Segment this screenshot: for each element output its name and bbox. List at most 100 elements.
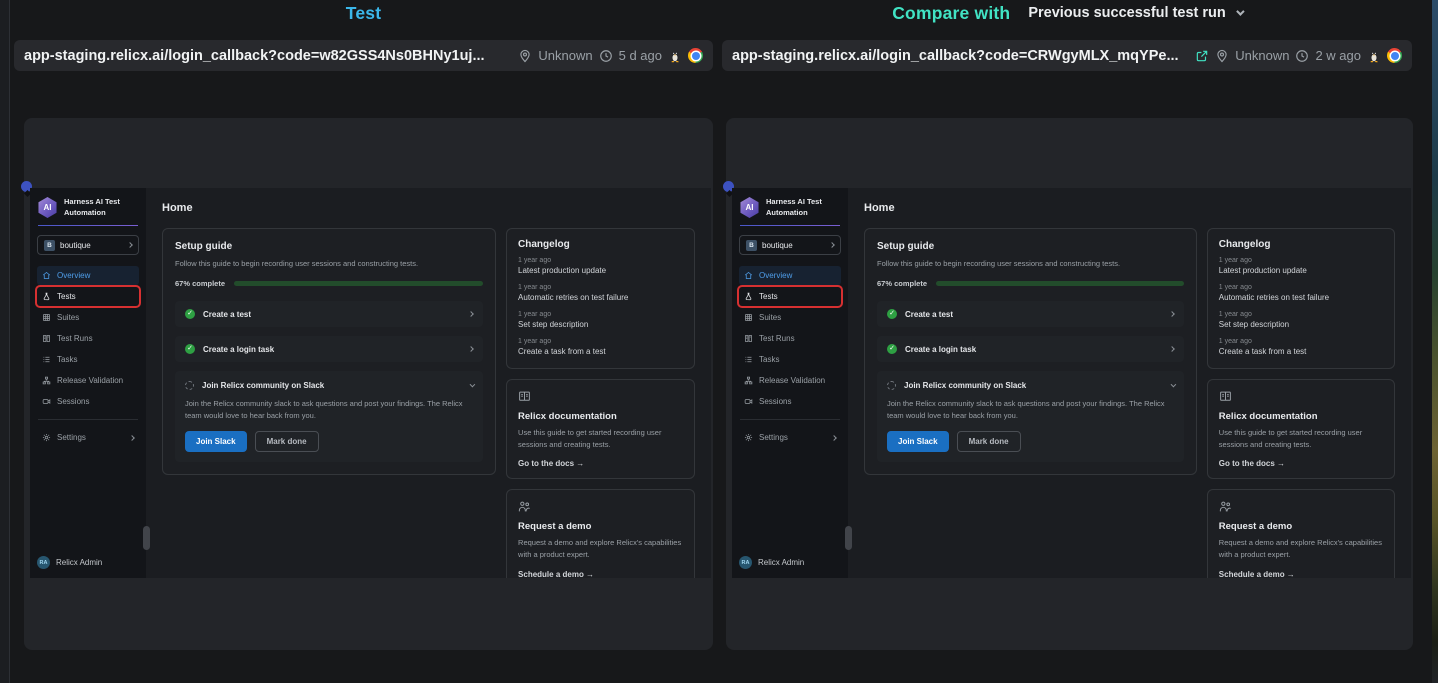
flask-icon — [42, 292, 51, 301]
comparison-panel: Test app-staging.relicx.ai/login_callbac… — [14, 0, 713, 683]
mark-done-button[interactable]: Mark done — [255, 431, 319, 452]
project-badge: B — [44, 240, 55, 251]
changelog-text: Create a task from a test — [1219, 347, 1383, 356]
demo-description: Request a demo and explore Relicx's capa… — [1219, 537, 1383, 560]
sidebar-item-tests[interactable]: Tests — [739, 287, 841, 306]
panel-header: Compare with Previous successful test ru… — [722, 0, 1412, 26]
checklist-item-join-slack-header[interactable]: Join Relicx community on Slack — [185, 381, 473, 390]
compare-run-dropdown[interactable]: Previous successful test run — [1028, 5, 1241, 21]
setup-guide-title: Setup guide — [877, 241, 1184, 252]
checklist-item-create-test[interactable]: ✓ Create a test — [877, 301, 1184, 327]
sidebar-item-release-validation[interactable]: Release Validation — [37, 371, 139, 390]
clock-icon — [1295, 49, 1309, 63]
chevron-down-icon — [470, 381, 476, 387]
changelog-text: Latest production update — [518, 266, 683, 275]
checklist-item-create-login-task[interactable]: ✓ Create a login task — [175, 336, 483, 362]
project-name: boutique — [762, 241, 825, 250]
docs-link[interactable]: Go to the docs → — [1219, 459, 1383, 468]
url-meta: Unknown 2 w ago — [1195, 48, 1402, 63]
setup-guide-card: Setup guide Follow this guide to begin r… — [864, 228, 1197, 475]
sidebar-item-sessions[interactable]: Sessions — [37, 392, 139, 411]
join-slack-button[interactable]: Join Slack — [887, 431, 949, 452]
sidebar-item-release-validation[interactable]: Release Validation — [739, 371, 841, 390]
chevron-down-icon — [1170, 381, 1176, 387]
demo-link[interactable]: Schedule a demo → — [1219, 570, 1383, 579]
changelog-time: 1 year ago — [1219, 257, 1383, 264]
progress-label: 67% complete — [175, 279, 225, 288]
changelog-time: 1 year ago — [1219, 284, 1383, 291]
dropdown-label: Previous successful test run — [1028, 5, 1225, 21]
mark-done-button[interactable]: Mark done — [957, 431, 1021, 452]
chevron-right-icon — [1169, 346, 1175, 352]
sidebar-collapse-handle[interactable] — [143, 526, 150, 550]
panel-header: Test — [14, 0, 713, 26]
progress-track — [936, 281, 1184, 286]
url-bar[interactable]: app-staging.relicx.ai/login_callback?cod… — [14, 40, 713, 71]
video-icon — [744, 397, 753, 406]
sidebar-item-tasks[interactable]: Tasks — [37, 350, 139, 369]
user-row[interactable]: RA Relicx Admin — [739, 556, 841, 569]
app-logo: AI Harness AI Test Automation — [37, 197, 139, 218]
changelog-time: 1 year ago — [518, 284, 683, 291]
page-title: Home — [864, 202, 1395, 214]
linux-icon — [668, 49, 682, 63]
external-link-icon[interactable] — [1195, 49, 1209, 63]
user-row[interactable]: RA Relicx Admin — [37, 556, 139, 569]
changelog-entry: 1 year ago Set step description — [518, 311, 683, 329]
linux-icon — [1367, 49, 1381, 63]
sidebar-item-suites[interactable]: Suites — [739, 308, 841, 327]
sidebar-collapse-handle[interactable] — [845, 526, 852, 550]
changelog-entry: 1 year ago Latest production update — [518, 257, 683, 275]
check-circle-icon: ✓ — [887, 309, 897, 319]
project-badge: B — [746, 240, 757, 251]
chevron-right-icon — [829, 242, 835, 248]
avatar: RA — [37, 556, 50, 569]
changelog-entry: 1 year ago Automatic retries on test fai… — [1219, 284, 1383, 302]
changelog-entry: 1 year ago Automatic retries on test fai… — [518, 284, 683, 302]
sidebar-item-test-runs[interactable]: Test Runs — [37, 329, 139, 348]
setup-guide-description: Follow this guide to begin recording use… — [175, 259, 483, 268]
docs-title: Relicx documentation — [518, 411, 683, 422]
sidebar-item-test-runs[interactable]: Test Runs — [739, 329, 841, 348]
sidebar-item-tasks[interactable]: Tasks — [739, 350, 841, 369]
chevron-down-icon — [1236, 7, 1244, 15]
progress-label: 67% complete — [877, 279, 927, 288]
todo-circle-icon — [887, 381, 896, 390]
progress-row: 67% complete — [877, 279, 1184, 288]
changelog-time: 1 year ago — [1219, 311, 1383, 318]
docs-description: Use this guide to get started recording … — [518, 427, 683, 450]
demo-description: Request a demo and explore Relicx's capa… — [518, 537, 683, 560]
sidebar-item-sessions[interactable]: Sessions — [739, 392, 841, 411]
panel-title: Compare with — [892, 3, 1010, 24]
demo-link[interactable]: Schedule a demo → — [518, 570, 683, 579]
join-slack-button[interactable]: Join Slack — [185, 431, 247, 452]
docs-card: Relicx documentation Use this guide to g… — [506, 379, 695, 479]
docs-title: Relicx documentation — [1219, 411, 1383, 422]
app-screenshot: AI Harness AI Test Automation B boutique — [30, 188, 711, 578]
demo-title: Request a demo — [518, 521, 683, 532]
project-selector[interactable]: B boutique — [37, 235, 139, 255]
checklist-item-join-slack-header[interactable]: Join Relicx community on Slack — [887, 381, 1174, 390]
sidebar-item-tests[interactable]: Tests — [37, 287, 139, 306]
checklist-item-create-login-task[interactable]: ✓ Create a login task — [877, 336, 1184, 362]
logo-text: Harness AI Test Automation — [766, 197, 822, 217]
chrome-icon — [688, 48, 703, 63]
age-label: 2 w ago — [1315, 48, 1361, 63]
docs-link[interactable]: Go to the docs → — [518, 459, 683, 468]
gear-icon — [744, 433, 753, 442]
checklist-item-create-test[interactable]: ✓ Create a test — [175, 301, 483, 327]
app-sidebar: AI Harness AI Test Automation B boutique — [732, 188, 848, 578]
sidebar-item-settings[interactable]: Settings — [37, 428, 139, 447]
sidebar-item-overview[interactable]: Overview — [739, 266, 841, 285]
changelog-text: Automatic retries on test failure — [518, 293, 683, 302]
screenshot-container: AI Harness AI Test Automation B boutique — [726, 118, 1413, 650]
app-screenshot: AI Harness AI Test Automation B boutique — [732, 188, 1411, 578]
sidebar-item-overview[interactable]: Overview — [37, 266, 139, 285]
chevron-right-icon — [831, 435, 837, 441]
url-meta: Unknown 5 d ago — [518, 48, 703, 63]
sidebar-item-settings[interactable]: Settings — [739, 428, 841, 447]
url-bar[interactable]: app-staging.relicx.ai/login_callback?cod… — [722, 40, 1412, 71]
sidebar-item-suites[interactable]: Suites — [37, 308, 139, 327]
project-selector[interactable]: B boutique — [739, 235, 841, 255]
gear-icon — [42, 433, 51, 442]
